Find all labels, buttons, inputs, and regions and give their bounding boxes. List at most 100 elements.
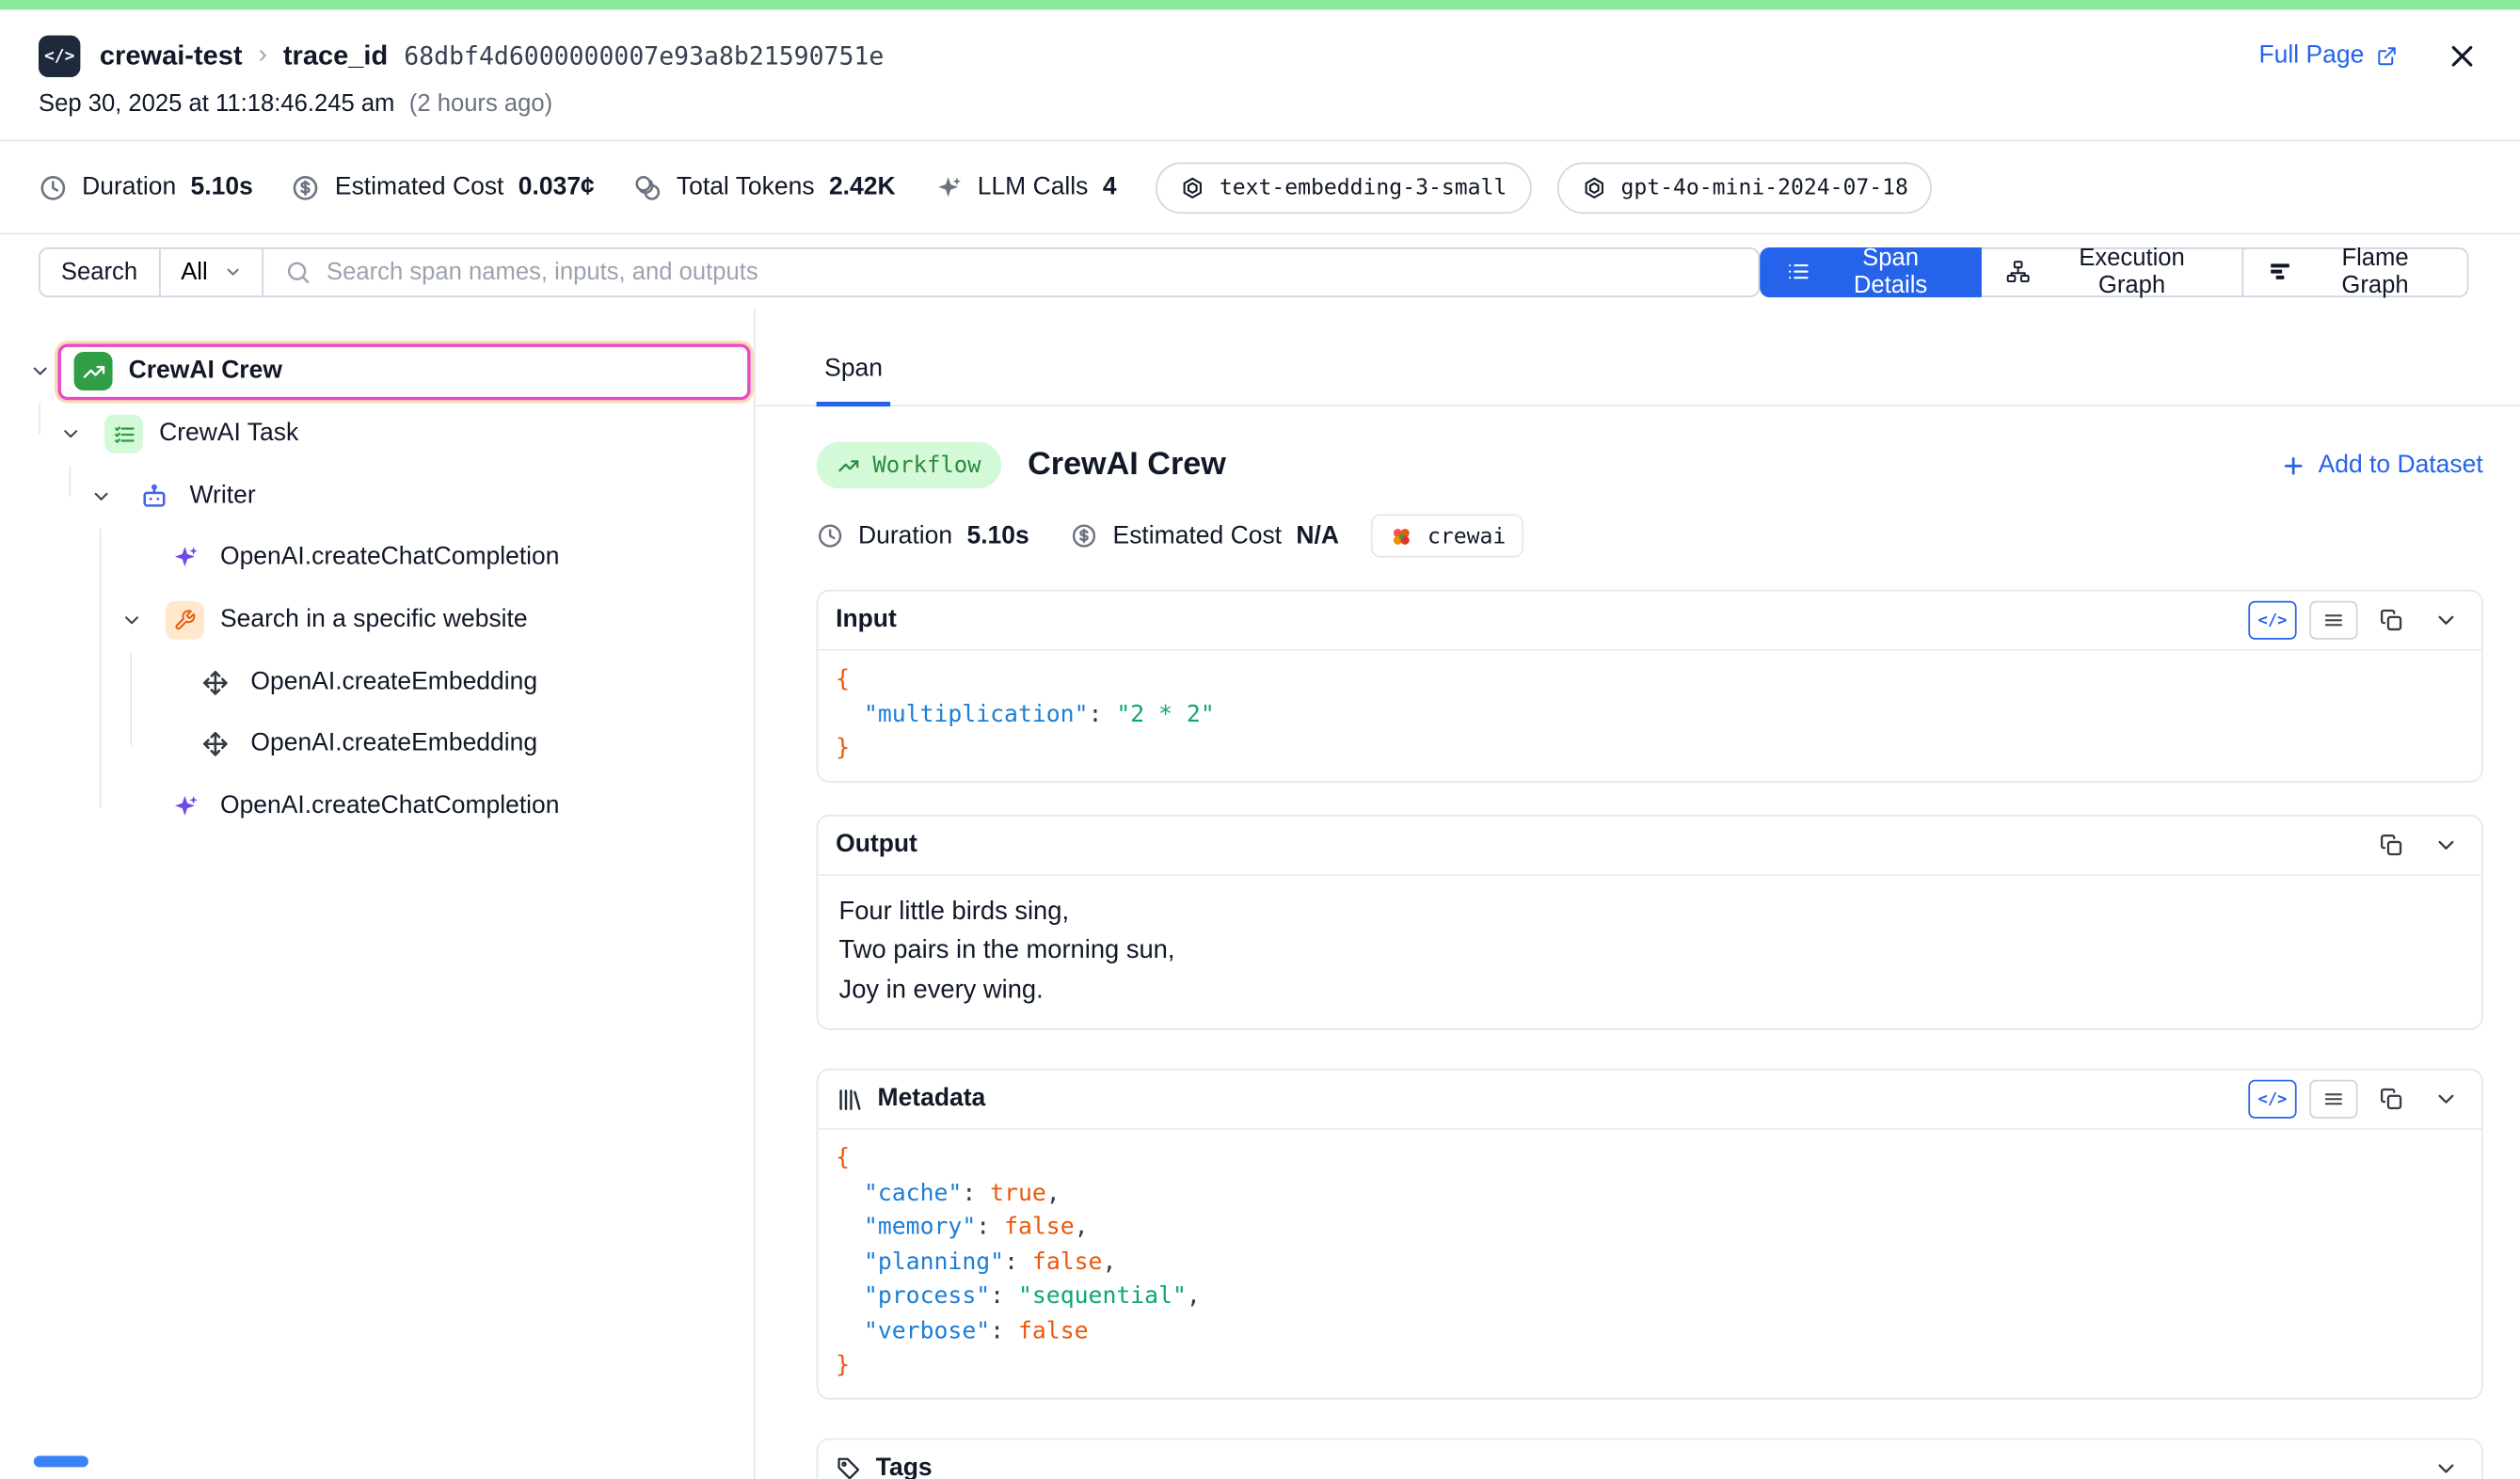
chevron-down-icon[interactable] bbox=[114, 609, 150, 631]
tree-item-label: Search in a specific website bbox=[220, 606, 528, 635]
stat-duration: Duration 5.10s bbox=[39, 173, 253, 202]
tree-row: OpenAI.createChatCompletion bbox=[0, 776, 754, 838]
chevron-down-icon bbox=[222, 261, 245, 283]
copy-icon bbox=[2379, 608, 2404, 633]
output-card-header: Output bbox=[818, 816, 2481, 875]
text-view-toggle[interactable] bbox=[2309, 601, 2357, 640]
view-span-details[interactable]: Span Details bbox=[1760, 246, 1982, 296]
stat-value: 4 bbox=[1103, 173, 1117, 202]
tree-item-label: CrewAI Task bbox=[159, 420, 298, 449]
code-icon: </> bbox=[2258, 1090, 2288, 1108]
close-button[interactable] bbox=[2446, 40, 2478, 72]
stat-label: LLM Calls bbox=[978, 173, 1089, 202]
tree-item-search-in-a-specific-website[interactable]: Search in a specific website bbox=[150, 593, 751, 649]
tree-item-label: Writer bbox=[190, 482, 256, 511]
tree-item-writer[interactable]: Writer bbox=[119, 468, 750, 524]
tree-item-crewai-task[interactable]: CrewAI Task bbox=[88, 406, 751, 462]
flame-icon bbox=[2268, 259, 2292, 284]
tree-item-crewai-crew[interactable]: CrewAI Crew bbox=[57, 343, 750, 400]
code-line: { bbox=[836, 663, 2464, 698]
collapse-button[interactable] bbox=[2425, 1450, 2466, 1479]
trace-tree: CrewAI Crew CrewAI Task Writer OpenAI.creat… bbox=[0, 309, 756, 1479]
timestamp-relative: (2 hours ago) bbox=[409, 90, 552, 118]
code-line: } bbox=[836, 1350, 2464, 1385]
view-label: Span Details bbox=[1825, 245, 1956, 299]
view-flame-graph[interactable]: Flame Graph bbox=[2242, 246, 2468, 296]
full-page-button[interactable]: Full Page bbox=[2258, 41, 2398, 71]
metadata-title: Metadata bbox=[878, 1085, 986, 1114]
agent-icon bbox=[135, 477, 173, 516]
cost-icon bbox=[292, 173, 321, 202]
metadata-card: Metadata </> bbox=[817, 1069, 2483, 1399]
tree-row: Search in a specific website bbox=[0, 589, 754, 651]
span-kind-label: Workflow bbox=[872, 453, 981, 478]
code-line: "verbose": false bbox=[836, 1315, 2464, 1350]
tree-row: OpenAI.createChatCompletion bbox=[0, 527, 754, 589]
stat-label: Estimated Cost bbox=[1113, 521, 1283, 550]
search-label: Search bbox=[40, 248, 160, 295]
output-card: Output Four little birds sing, Two pairs… bbox=[817, 814, 2483, 1030]
full-page-label: Full Page bbox=[2258, 41, 2364, 71]
code-line: { bbox=[836, 1142, 2464, 1177]
code-icon: </> bbox=[2258, 612, 2288, 629]
sparkle-icon bbox=[934, 173, 964, 202]
stat-estimated-cost: Estimated Cost 0.037¢ bbox=[292, 173, 595, 202]
lines-icon bbox=[2322, 609, 2345, 631]
detail-tabs: Span bbox=[756, 309, 2520, 406]
code-view-toggle[interactable]: </> bbox=[2248, 601, 2296, 640]
tree-item-openai-createembedding[interactable]: OpenAI.createEmbedding bbox=[180, 717, 750, 773]
trace-stats-row: Duration 5.10s Estimated Cost 0.037¢ Tot… bbox=[0, 141, 2520, 232]
llm-icon bbox=[166, 539, 204, 578]
collapse-button[interactable] bbox=[2425, 601, 2466, 640]
graph-icon bbox=[2006, 259, 2031, 284]
chevron-down-icon[interactable] bbox=[23, 360, 58, 383]
provider-badge: crewai bbox=[1371, 515, 1523, 558]
text-view-toggle[interactable] bbox=[2309, 1080, 2357, 1119]
copy-button[interactable] bbox=[2370, 1080, 2412, 1119]
copy-button[interactable] bbox=[2370, 601, 2412, 640]
model-badge[interactable]: gpt-4o-mini-2024-07-18 bbox=[1556, 162, 1932, 214]
tree-row: Writer bbox=[0, 465, 754, 527]
tree-row: CrewAI Task bbox=[0, 403, 754, 465]
tree-item-openai-createembedding[interactable]: OpenAI.createEmbedding bbox=[180, 655, 750, 711]
tags-card-header: Tags bbox=[818, 1439, 2481, 1479]
tree-item-label: CrewAI Crew bbox=[129, 358, 282, 387]
stat-value: 5.10s bbox=[191, 173, 253, 202]
search-icon bbox=[285, 258, 312, 285]
add-to-dataset-label: Add to Dataset bbox=[2319, 451, 2483, 480]
stat-label: Duration bbox=[82, 173, 176, 202]
chevron-down-icon[interactable] bbox=[84, 485, 120, 507]
view-label: Flame Graph bbox=[2307, 245, 2443, 299]
close-icon bbox=[2446, 40, 2478, 72]
trace-detail-page: </> crewai-test › trace_id 68dbf4d600000… bbox=[0, 0, 2520, 1479]
tree-item-label: OpenAI.createChatCompletion bbox=[220, 544, 560, 573]
tree-item-openai-createchatcompletion[interactable]: OpenAI.createChatCompletion bbox=[150, 779, 751, 835]
collapse-button[interactable] bbox=[2425, 1080, 2466, 1119]
code-view-toggle[interactable]: </> bbox=[2248, 1080, 2296, 1119]
chevron-down-icon bbox=[2433, 1455, 2459, 1479]
model-badge[interactable]: text-embedding-3-small bbox=[1156, 162, 1531, 214]
collapse-button[interactable] bbox=[2425, 825, 2466, 864]
tree-item-openai-createchatcompletion[interactable]: OpenAI.createChatCompletion bbox=[150, 530, 751, 586]
tree-rows: CrewAI Crew CrewAI Task Writer OpenAI.creat… bbox=[0, 341, 754, 838]
view-execution-graph[interactable]: Execution Graph bbox=[1981, 246, 2244, 296]
model-badges: text-embedding-3-small gpt-4o-mini-2024-… bbox=[1156, 162, 1933, 214]
chevron-down-icon bbox=[2433, 1087, 2459, 1112]
model-name: gpt-4o-mini-2024-07-18 bbox=[1621, 174, 1908, 199]
input-title: Input bbox=[836, 606, 897, 635]
tags-title: Tags bbox=[876, 1455, 933, 1479]
chevron-down-icon[interactable] bbox=[53, 422, 88, 445]
tokens-icon bbox=[633, 173, 662, 202]
input-card-header: Input </> bbox=[818, 592, 2481, 651]
detail-scroll: Workflow CrewAI Crew Add to Dataset Dura… bbox=[756, 406, 2520, 1479]
tree-scrollbar-thumb[interactable] bbox=[34, 1455, 88, 1467]
input-card: Input </> bbox=[817, 590, 2483, 782]
search-input[interactable] bbox=[327, 258, 1737, 285]
task-icon bbox=[104, 415, 143, 453]
search-filter-dropdown[interactable]: All bbox=[160, 248, 263, 295]
add-to-dataset-button[interactable]: Add to Dataset bbox=[2281, 451, 2482, 480]
copy-button[interactable] bbox=[2370, 825, 2412, 864]
header: </> crewai-test › trace_id 68dbf4d600000… bbox=[0, 9, 2520, 80]
code-line: "process": "sequential", bbox=[836, 1280, 2464, 1315]
tab-span[interactable]: Span bbox=[817, 355, 891, 406]
